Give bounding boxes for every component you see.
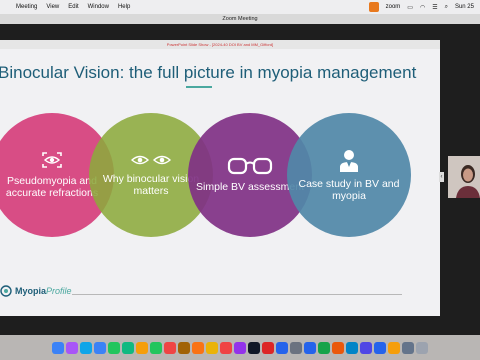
- photos-icon[interactable]: [136, 341, 148, 354]
- zoom-icon[interactable]: [374, 341, 386, 354]
- two-eyes-icon: [131, 155, 171, 165]
- appstore-icon[interactable]: [276, 341, 288, 354]
- logo-eye-icon: [0, 285, 12, 297]
- outlook-icon[interactable]: [346, 341, 358, 354]
- logo-part-2: Profile: [46, 286, 72, 296]
- title-underline: [186, 86, 212, 88]
- status-area: zoom ▭ ◠ ☰ ⌕ Sun 25: [368, 0, 474, 14]
- news-icon[interactable]: [262, 341, 274, 354]
- footer-divider: [72, 294, 402, 295]
- podcasts-icon[interactable]: [234, 341, 246, 354]
- circle-case-study: Case study in BV and myopia: [287, 113, 411, 237]
- slide-title: Binocular Vision: the full picture in my…: [0, 63, 417, 82]
- tv-icon[interactable]: [248, 341, 260, 354]
- teams-icon[interactable]: [360, 341, 372, 354]
- zoom-window-titlebar: Zoom Meeting: [0, 14, 480, 24]
- logo-part-1: Myopia: [15, 286, 47, 296]
- maps-icon[interactable]: [122, 341, 134, 354]
- preview-icon[interactable]: [402, 341, 414, 354]
- powerpoint-title: PowerPoint Slide Show - [2024-40 DOI BV …: [166, 42, 274, 47]
- battery-icon[interactable]: ▭: [407, 4, 413, 11]
- circle-4-label: Case study in BV and myopia: [298, 178, 400, 202]
- chrome-icon[interactable]: [388, 341, 400, 354]
- word-icon[interactable]: [304, 341, 316, 354]
- zoom-status-label[interactable]: zoom: [386, 4, 401, 10]
- search-icon[interactable]: ⌕: [445, 4, 448, 11]
- menu-edit[interactable]: Edit: [68, 4, 78, 10]
- person-icon: [340, 150, 358, 172]
- reminders-icon[interactable]: [192, 341, 204, 354]
- zoom-window-title: Zoom Meeting: [222, 16, 258, 22]
- collapse-panel-button[interactable]: ‹: [439, 172, 444, 182]
- menu-meeting[interactable]: Meeting: [16, 4, 37, 10]
- finder-icon[interactable]: [52, 341, 64, 354]
- excel-icon[interactable]: [318, 341, 330, 354]
- control-center-icon[interactable]: ☰: [432, 4, 437, 11]
- participant-avatar: [448, 156, 480, 198]
- messages-icon[interactable]: [108, 341, 120, 354]
- facetime-icon[interactable]: [150, 341, 162, 354]
- clock[interactable]: Sun 25: [455, 4, 474, 10]
- dock: [0, 335, 480, 360]
- menu-bar: Meeting View Edit Window Help zoom ▭ ◠ ☰…: [0, 0, 480, 14]
- calendar-icon[interactable]: [164, 341, 176, 354]
- menu-help[interactable]: Help: [118, 4, 130, 10]
- music-icon[interactable]: [220, 341, 232, 354]
- safari-icon[interactable]: [80, 341, 92, 354]
- participant-video[interactable]: [448, 156, 480, 198]
- myopia-profile-logo: MyopiaProfile: [0, 285, 72, 297]
- powerpoint-titlebar: PowerPoint Slide Show - [2024-40 DOI BV …: [0, 40, 440, 49]
- settings-icon[interactable]: [290, 341, 302, 354]
- eye-target-icon: [42, 152, 62, 168]
- notes-icon[interactable]: [206, 341, 218, 354]
- trash-icon[interactable]: [416, 341, 428, 354]
- glasses-icon: [227, 157, 273, 175]
- contacts-icon[interactable]: [178, 341, 190, 354]
- mail-icon[interactable]: [94, 341, 106, 354]
- wifi-icon[interactable]: ◠: [420, 4, 425, 11]
- powerpoint-icon[interactable]: [332, 341, 344, 354]
- zoom-status-icon[interactable]: [368, 2, 379, 12]
- slide: Binocular Vision: the full picture in my…: [0, 49, 440, 316]
- menu-window[interactable]: Window: [88, 4, 109, 10]
- launchpad-icon[interactable]: [66, 341, 78, 354]
- menu-view[interactable]: View: [46, 4, 59, 10]
